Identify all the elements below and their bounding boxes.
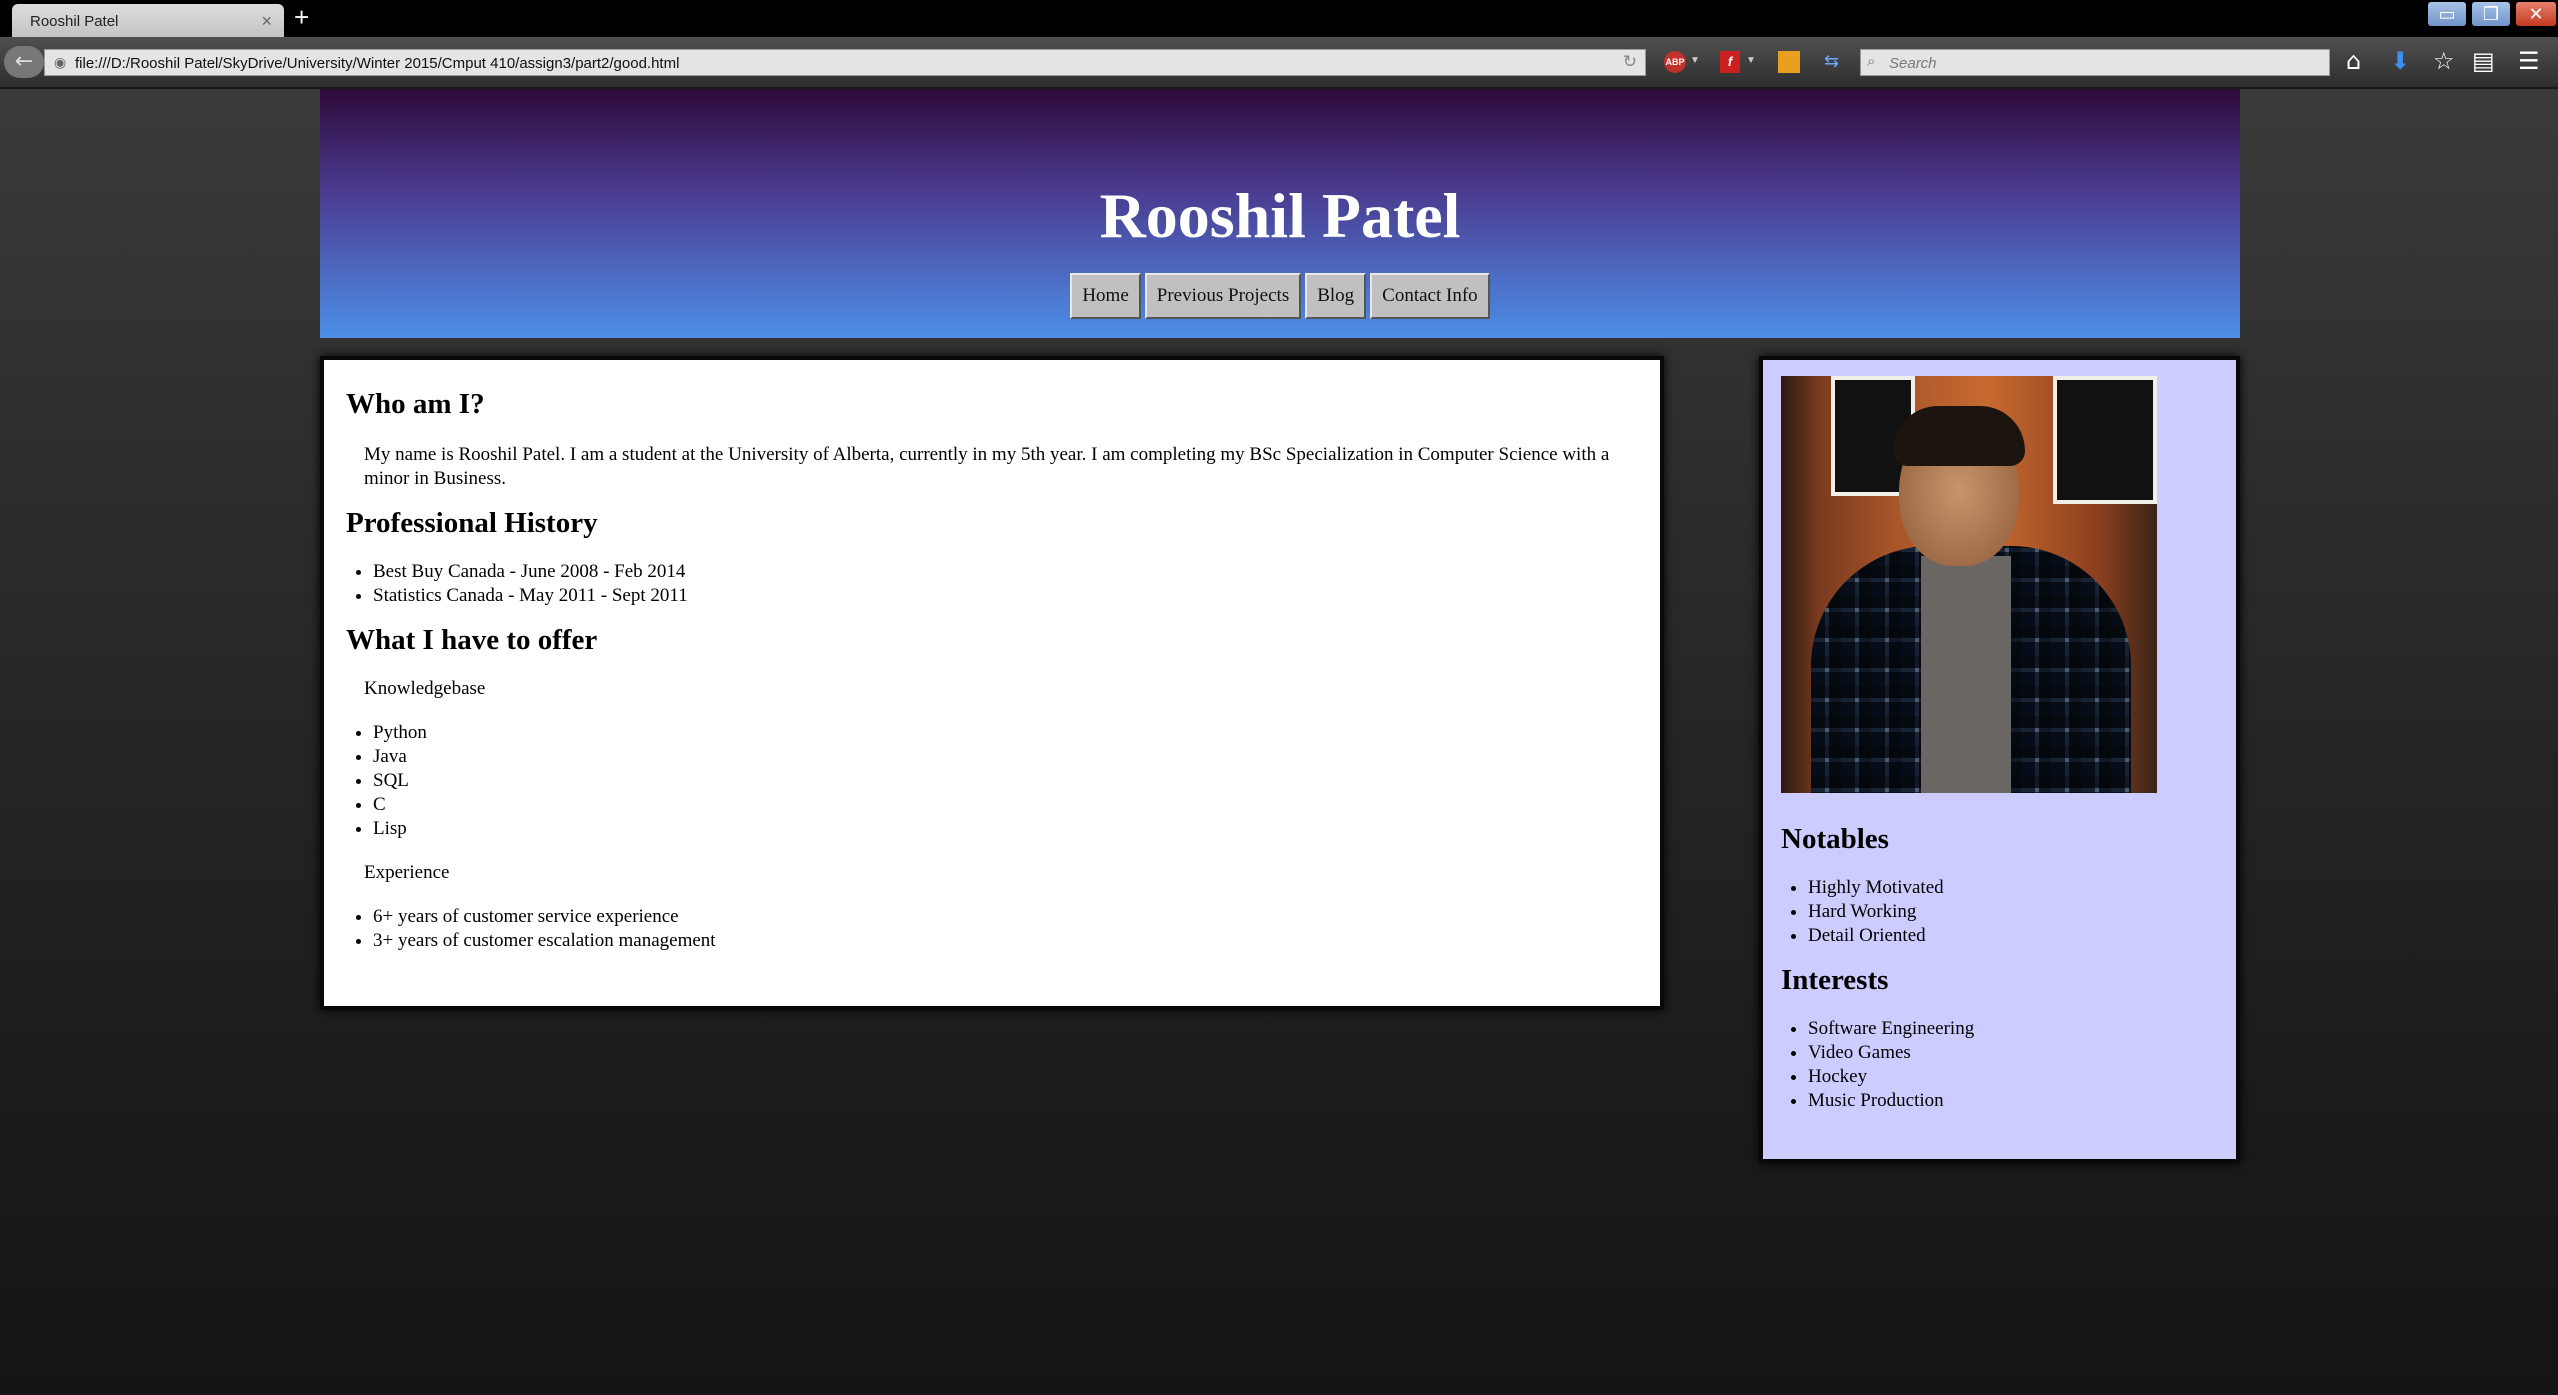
offer-heading: What I have to offer [346,624,598,656]
list-item: Hard Working [1808,900,2236,924]
list-item: Highly Motivated [1808,876,2236,900]
home-icon[interactable]: ⌂ [2346,47,2361,75]
close-tab-icon[interactable]: × [261,11,272,32]
knowledge-label: Knowledgebase [364,678,486,699]
minimize-window-button[interactable]: ▭ [2428,2,2466,26]
history-list: Best Buy Canada - June 2008 - Feb 2014 S… [346,560,1638,608]
search-input[interactable]: ⌕ Search [1860,49,2330,76]
url-text: file:///D:/Rooshil Patel/SkyDrive/Univer… [75,55,680,72]
history-heading: Professional History [346,507,598,539]
notables-heading: Notables [1781,823,1889,855]
browser-tab-bar: Rooshil Patel × + ▭ ❐ ✕ [0,0,2558,37]
list-item: Statistics Canada - May 2011 - Sept 2011 [373,584,1638,608]
list-item: Hockey [1808,1065,2236,1089]
list-item: Video Games [1808,1041,2236,1065]
adblock-icon[interactable]: ABP [1664,51,1686,73]
list-item: 6+ years of customer service experience [373,905,1638,929]
library-icon[interactable]: ▤ [2472,47,2495,75]
list-item: Detail Oriented [1808,924,2236,948]
tab-title: Rooshil Patel [30,13,119,30]
list-item: Music Production [1808,1089,2236,1113]
list-item: SQL [373,769,1638,793]
about-heading: Who am I? [346,388,485,420]
nav-contact-info-button[interactable]: Contact Info [1370,273,1490,319]
about-text: My name is Rooshil Patel. I am a student… [364,444,1610,489]
url-bar[interactable]: ◉ file:///D:/Rooshil Patel/SkyDrive/Univ… [44,49,1646,76]
nav-home-button[interactable]: Home [1070,273,1141,319]
menu-icon[interactable]: ☰ [2518,47,2540,75]
site-header: Rooshil Patel Home Previous Projects Blo… [320,89,2240,338]
page-info-icon[interactable]: ◉ [54,54,66,71]
list-item: Java [373,745,1638,769]
browser-tab[interactable]: Rooshil Patel × [12,4,284,37]
knowledge-list: Python Java SQL C Lisp [346,721,1638,841]
list-item: Lisp [373,817,1638,841]
sidebar: Notables Highly Motivated Hard Working D… [1759,356,2240,1163]
adblock-label: ABP [1665,57,1685,67]
interests-list: Software Engineering Video Games Hockey … [1781,1017,2236,1113]
search-placeholder: Search [1889,55,1937,72]
notes-icon[interactable] [1778,51,1800,73]
list-item: C [373,793,1638,817]
nav-blog-button[interactable]: Blog [1305,273,1367,319]
photo-hair [1893,406,2025,466]
notables-list: Highly Motivated Hard Working Detail Ori… [1781,876,2236,948]
bookmark-star-icon[interactable]: ☆ [2433,47,2455,75]
experience-label: Experience [364,862,450,883]
chevron-down-icon[interactable]: ▼ [1690,55,1700,66]
photo-frame [2053,376,2157,504]
reload-icon[interactable]: ↻ [1623,52,1637,72]
list-item: 3+ years of customer escalation manageme… [373,929,1638,953]
chevron-down-icon[interactable]: ▼ [1746,55,1756,66]
download-icon[interactable]: ⬇ [2390,47,2410,75]
flash-icon[interactable]: f [1720,51,1740,73]
back-arrow-icon[interactable]: ← [4,46,44,78]
experience-list: 6+ years of customer service experience … [346,905,1638,953]
restore-window-button[interactable]: ❐ [2472,2,2510,26]
page-title: Rooshil Patel [1099,180,1461,251]
profile-photo [1781,376,2157,793]
site-nav: Home Previous Projects Blog Contact Info [320,273,2240,319]
list-item: Python [373,721,1638,745]
list-item: Best Buy Canada - June 2008 - Feb 2014 [373,560,1638,584]
main-content: Who am I? My name is Rooshil Patel. I am… [320,356,1664,1010]
interests-heading: Interests [1781,964,1889,996]
nav-previous-projects-button[interactable]: Previous Projects [1144,273,1302,319]
new-tab-icon[interactable]: + [294,2,309,33]
photo-tshirt [1921,556,2011,793]
list-item: Software Engineering [1808,1017,2236,1041]
search-icon: ⌕ [1867,53,1876,70]
browser-toolbar: ← ◉ file:///D:/Rooshil Patel/SkyDrive/Un… [0,37,2558,89]
close-window-button[interactable]: ✕ [2516,2,2556,26]
sync-icon[interactable]: ⇆ [1824,51,1839,73]
